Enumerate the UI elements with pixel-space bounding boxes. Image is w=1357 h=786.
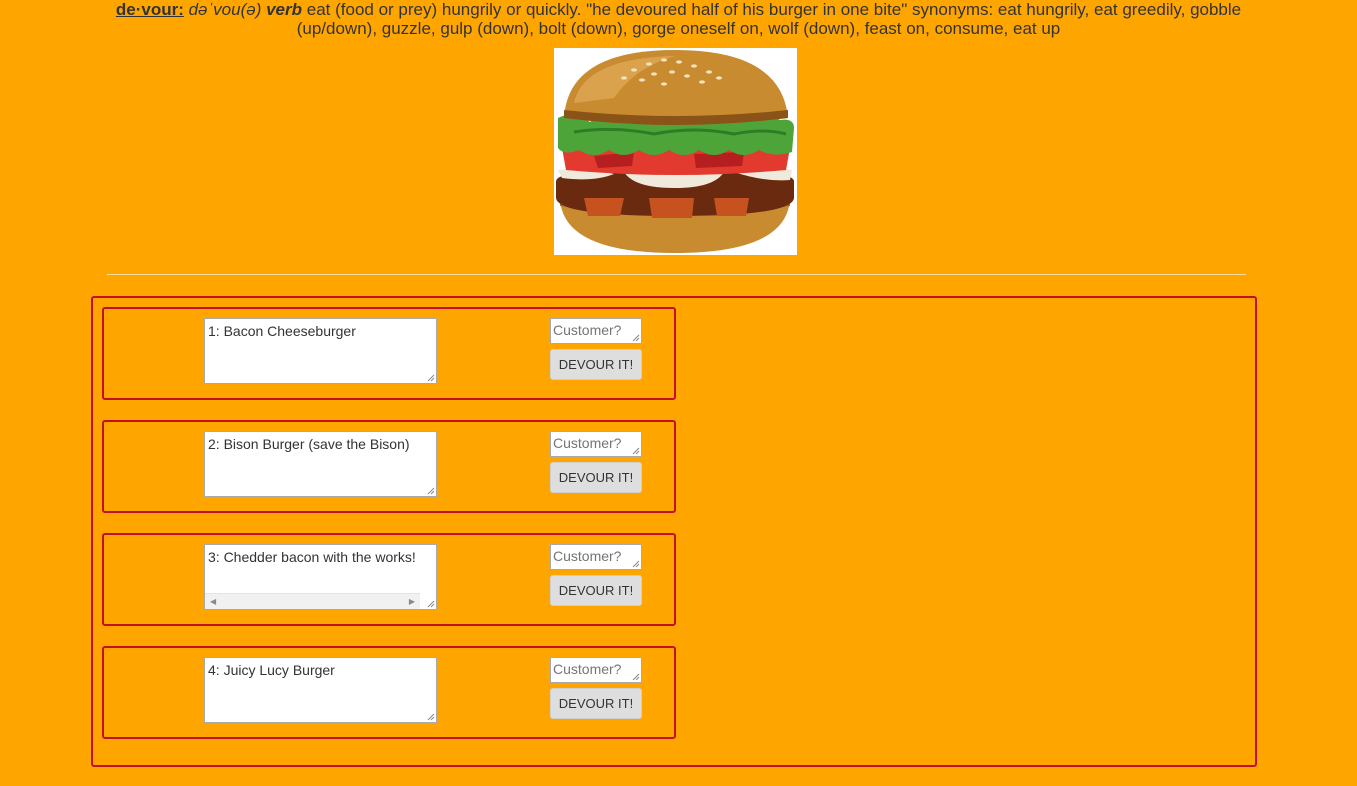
resize-grip-icon[interactable] [632,560,640,568]
resize-grip-icon[interactable] [632,447,640,455]
devour-button[interactable]: DEVOUR IT! [550,688,642,719]
horizontal-scrollbar[interactable]: ◀ ▶ [205,593,420,609]
resize-grip-icon[interactable] [632,334,640,342]
definition: de·vour: dəˈvou(ə) verb eat (food or pre… [100,0,1257,38]
customer-input[interactable]: Customer? [550,431,642,457]
devour-button[interactable]: DEVOUR IT! [550,575,642,606]
definition-pronunciation: dəˈvou(ə) [188,0,262,19]
burger-name-textarea[interactable]: 1: Bacon Cheeseburger [204,318,437,384]
definition-word: de·vour: [115,0,184,19]
customer-placeholder: Customer? [553,548,622,564]
burger-name-text: 3: Chedder bacon with the works! [208,549,416,565]
resize-grip-icon[interactable] [427,487,435,495]
burger-name-text: 2: Bison Burger (save the Bison) [208,436,410,452]
burger-card: 4: Juicy Lucy Burger Customer? DEVOUR IT… [102,646,676,739]
burger-name-textarea[interactable]: 2: Bison Burger (save the Bison) [204,431,437,497]
scroll-right-icon[interactable]: ▶ [409,597,415,606]
scroll-left-icon[interactable]: ◀ [210,597,216,606]
divider [107,274,1246,275]
customer-placeholder: Customer? [553,322,622,338]
devour-button[interactable]: DEVOUR IT! [550,349,642,380]
customer-placeholder: Customer? [553,435,622,451]
devour-button[interactable]: DEVOUR IT! [550,462,642,493]
burger-icon [554,48,797,255]
resize-grip-icon[interactable] [427,713,435,721]
resize-grip-icon[interactable] [427,374,435,382]
burger-card: 3: Chedder bacon with the works! ◀ ▶ Cus… [102,533,676,626]
definition-text: eat (food or prey) hungrily or quickly. … [296,0,1242,38]
customer-input[interactable]: Customer? [550,544,642,570]
resize-grip-icon[interactable] [427,600,435,608]
customer-placeholder: Customer? [553,661,622,677]
burger-name-text: 4: Juicy Lucy Burger [208,662,335,678]
burger-name-textarea[interactable]: 3: Chedder bacon with the works! ◀ ▶ [204,544,437,610]
burger-card: 2: Bison Burger (save the Bison) Custome… [102,420,676,513]
customer-input[interactable]: Customer? [550,657,642,683]
burger-name-text: 1: Bacon Cheeseburger [208,323,356,339]
customer-input[interactable]: Customer? [550,318,642,344]
burger-name-textarea[interactable]: 4: Juicy Lucy Burger [204,657,437,723]
definition-part-of-speech: verb [266,0,303,19]
burger-card: 1: Bacon Cheeseburger Customer? DEVOUR I… [102,307,676,400]
resize-grip-icon[interactable] [632,673,640,681]
